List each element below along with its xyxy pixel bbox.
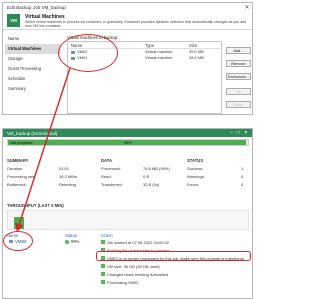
action-text: Job started at 07.06.2022 04:00:02 <box>107 239 170 245</box>
action-text: VM size: 39 GB (39 GB used) <box>107 263 160 269</box>
up-button[interactable]: Up <box>226 88 251 95</box>
duration-value: 01:01 <box>59 166 70 171</box>
list-item: ✓ VM size: 39 GB (39 GB used) <box>101 262 251 270</box>
data-label: Read: <box>101 174 112 179</box>
minimize-icon[interactable]: – <box>230 130 233 136</box>
status-header: STATUS <box>187 158 204 163</box>
status-label: Errors: <box>187 182 199 187</box>
nav-item-virtual-machines[interactable]: Virtual Machines <box>5 44 61 54</box>
vm-size: 39.0 MB <box>189 55 204 60</box>
session-vm-name: VM02 <box>15 239 27 244</box>
check-icon: ✓ <box>101 248 105 252</box>
summary-label: Duration: <box>7 166 24 171</box>
job-progress-percent: 99% <box>124 141 132 145</box>
bottleneck-value: Detecting <box>59 182 76 187</box>
list-item: ✓ VM03 is no longer processed by this job… <box>101 254 251 262</box>
session-title: VM_backup (Incremental) <box>7 130 58 136</box>
data-label: Processed: <box>101 166 122 171</box>
vm-list-header: Virtual machines to backup: <box>67 35 119 40</box>
check-icon: ✓ <box>101 240 105 244</box>
check-icon: ✓ <box>101 280 105 284</box>
data-header: DATA <box>101 158 113 163</box>
check-icon: ✓ <box>101 272 105 276</box>
job-session-window: VM_backup (Incremental) – □ ✕ Job progre… <box>2 128 253 299</box>
nav-item-schedule[interactable]: Schedule <box>5 74 61 84</box>
down-button[interactable]: Down <box>226 101 251 108</box>
summary-label: Processing rate: <box>7 174 36 179</box>
column-name[interactable]: Name <box>68 42 145 48</box>
vm-list-buttons: Add... Remove Exclusions... Up Down <box>226 47 252 114</box>
data-label: Transferred: <box>101 182 123 187</box>
warnings-count: 0 <box>241 174 244 179</box>
action-log: ✓ Job started at 07.06.2022 04:00:02 ✓ Bui… <box>101 238 251 286</box>
vm-icon <box>71 50 75 54</box>
check-icon: ✓ <box>101 264 105 268</box>
section-description: Select virtual machines to process via c… <box>25 20 247 29</box>
vm-name: VM01 <box>77 55 88 60</box>
vm-type: Virtual machine <box>145 55 173 60</box>
transferred-value: 32 B (0x) <box>143 182 160 187</box>
check-icon: ✓ <box>101 256 105 260</box>
action-text: VM03 is no longer processed by this job.… <box>107 255 244 261</box>
processed-value: 76.8 MB (99%) <box>143 166 170 171</box>
list-item: ✓ Building list of machines to process <box>101 246 251 254</box>
status-column-header[interactable]: Status <box>65 233 77 238</box>
success-icon: ✓ <box>65 239 69 244</box>
session-vm-item[interactable]: VM02 <box>9 239 26 244</box>
processing-rate-value: 16.3 MB/s <box>59 174 78 179</box>
success-count: 1 <box>241 166 244 171</box>
errors-count: 0 <box>241 182 244 187</box>
column-type[interactable]: Type <box>145 42 189 48</box>
close-icon[interactable]: ✕ <box>242 4 252 11</box>
nav-item-name[interactable]: Name <box>5 34 61 44</box>
section-banner: VM Virtual Machines Select virtual machi… <box>3 12 252 30</box>
maximize-icon[interactable]: □ <box>237 130 240 136</box>
session-vm-status: ✓ 99% <box>65 239 79 244</box>
table-row[interactable]: VM01 Virtual machine 39.0 MB <box>68 55 221 61</box>
dialog-title: Edit Backup Job VM_backup <box>7 4 66 10</box>
nav-item-storage[interactable]: Storage <box>5 54 61 64</box>
throughput-header: THROUGHPUT (LAST 5 MIN) <box>7 203 64 208</box>
vm-icon <box>9 240 13 243</box>
action-text: Processing VM02 <box>107 279 139 285</box>
exclusions-button[interactable]: Exclusions... <box>226 73 251 80</box>
session-vm-status-value: 99% <box>71 239 80 244</box>
name-column-header[interactable]: Name <box>7 233 18 238</box>
status-label: Warnings: <box>187 174 205 179</box>
vm-table-header: Name Type Size <box>68 42 221 49</box>
list-item: ✓ Changed block tracking is enabled <box>101 270 251 278</box>
close-icon[interactable]: ✕ <box>244 130 248 136</box>
nav-item-summary[interactable]: Summary <box>5 84 61 94</box>
action-text: Building list of machines to process <box>107 247 170 253</box>
column-size[interactable]: Size <box>189 42 219 48</box>
throughput-graph <box>7 210 249 230</box>
summary-label: Bottleneck: <box>7 182 27 187</box>
remove-button[interactable]: Remove <box>226 60 251 67</box>
vm-icon <box>71 56 75 60</box>
vm-table: Name Type Size VM02 Virtual machine 39.0… <box>67 41 222 114</box>
throughput-bar <box>14 217 24 229</box>
dialog-titlebar: Edit Backup Job VM_backup ✕ <box>3 3 252 11</box>
session-titlebar: VM_backup (Incremental) – □ ✕ <box>3 129 252 137</box>
vm-logo-icon: VM <box>7 14 20 27</box>
read-value: 0 B <box>143 174 150 179</box>
list-item: ✓ Processing VM02 <box>101 278 251 286</box>
add-button[interactable]: Add... <box>226 47 251 54</box>
summary-header: SUMMARY <box>7 158 29 163</box>
wizard-nav: Name Virtual Machines Storage Guest Proc… <box>5 34 61 94</box>
job-progress-bar: Job progress: 99% <box>7 139 249 146</box>
status-label: Success: <box>187 166 204 171</box>
edit-backup-job-dialog: Edit Backup Job VM_backup ✕ VM Virtual M… <box>2 2 253 115</box>
list-item: ✓ Job started at 07.06.2022 04:00:02 <box>101 238 251 246</box>
action-text: Changed block tracking is enabled <box>107 271 169 277</box>
nav-item-guest-processing[interactable]: Guest Processing <box>5 64 61 74</box>
